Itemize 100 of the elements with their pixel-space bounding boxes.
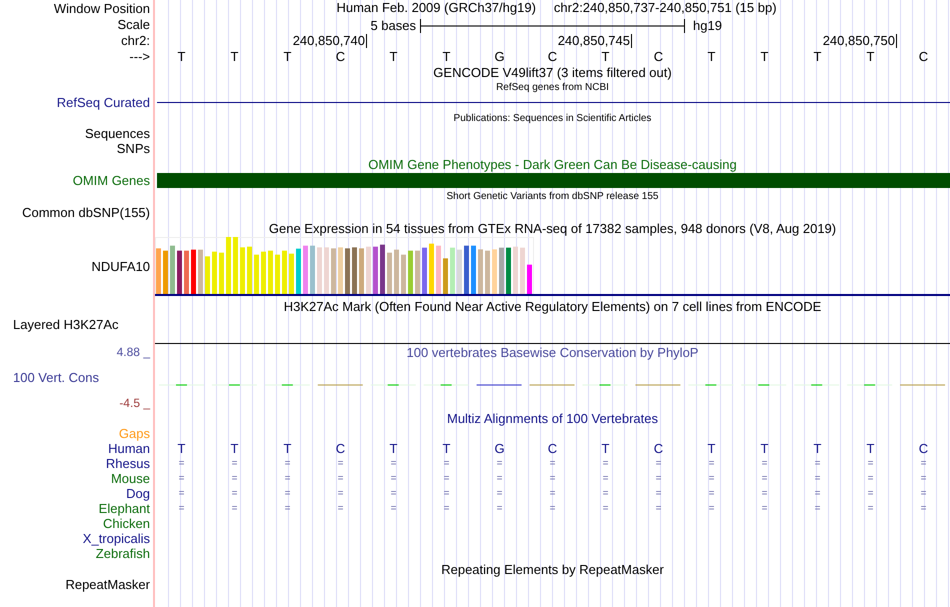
assembly-label: hg19	[692, 17, 722, 35]
base-letter: T	[866, 441, 874, 456]
match-mark: =	[708, 502, 714, 514]
match-mark: =	[232, 502, 238, 514]
match-mark: =	[178, 502, 184, 514]
match-mark: =	[338, 502, 344, 514]
match-mark: =	[708, 472, 714, 484]
match-mark: =	[762, 472, 768, 484]
match-mark: =	[920, 502, 926, 514]
match-mark: =	[602, 472, 608, 484]
track-label[interactable]: Layered H3K27Ac	[13, 316, 119, 332]
match-mark: =	[496, 488, 502, 500]
match-mark: =	[708, 458, 714, 470]
track-label[interactable]: Window Position	[54, 0, 150, 16]
species-label[interactable]: X_tropicalis	[82, 531, 150, 546]
base-letter: C	[918, 48, 928, 64]
match-mark: =	[762, 502, 768, 514]
track-title: Multiz Alignments of 100 Vertebrates	[446, 411, 658, 426]
base-letter: C	[548, 48, 558, 64]
track-label[interactable]: Scale	[117, 16, 150, 32]
base-letter: C	[336, 441, 346, 456]
match-mark: =	[708, 488, 714, 500]
match-mark: =	[284, 458, 290, 470]
track-title: H3K27Ac Mark (Often Found Near Active Regulatory Elements) on 7 cell lines from ENCODE	[284, 298, 822, 314]
base-letter: T	[708, 48, 716, 64]
species-label[interactable]: Elephant	[98, 501, 150, 516]
match-mark: =	[656, 458, 662, 470]
base-letter: G	[494, 48, 505, 64]
species-label[interactable]: Mouse	[110, 471, 150, 486]
track-label[interactable]: --->	[129, 48, 150, 64]
species-label[interactable]: Zebrafish	[96, 546, 150, 561]
match-mark: =	[444, 488, 450, 500]
track-label[interactable]: Sequences	[84, 126, 150, 141]
track-title: Publications: Sequences in Scientific Articles	[454, 112, 652, 126]
base-letter: C	[918, 441, 928, 456]
track-title: OMIM Gene Phenotypes - Dark Green Can Be Disease-causing	[368, 157, 737, 172]
track-title: Short Genetic Variants from dbSNP release 155	[446, 190, 658, 204]
match-mark: =	[390, 488, 396, 500]
track-label[interactable]: RefSeq Curated	[56, 94, 150, 110]
track-label[interactable]: RepeatMasker	[65, 577, 150, 592]
match-mark: =	[390, 458, 396, 470]
match-mark: =	[390, 472, 396, 484]
match-mark: =	[814, 502, 820, 514]
match-mark: =	[496, 458, 502, 470]
base-letter: T	[602, 441, 610, 456]
base-letter: T	[708, 441, 716, 456]
match-mark: =	[550, 502, 556, 514]
track-title: RefSeq genes from NCBI	[496, 80, 609, 94]
match-mark: =	[814, 458, 820, 470]
coordinate-tick: 240,850,745	[558, 34, 632, 48]
match-mark: =	[284, 472, 290, 484]
axis-max-label: 4.88 _	[116, 344, 150, 360]
match-mark: =	[602, 502, 608, 514]
base-letter: T	[230, 48, 238, 64]
base-letter: C	[336, 48, 346, 64]
track-title: Gene Expression in 54 tissues from GTEx RNA-seq of 17382 samples, 948 donors (V8, Aug 2019)	[268, 221, 836, 236]
match-mark: =	[284, 502, 290, 514]
assembly-name: Human Feb. 2009 (GRCh37/hg19)	[336, 0, 536, 18]
base-letter: T	[178, 441, 186, 456]
track-label[interactable]: chr2:	[121, 32, 150, 48]
species-label[interactable]: Chicken	[103, 516, 150, 531]
track-label[interactable]: Common dbSNP(155)	[22, 204, 150, 220]
match-mark: =	[338, 458, 344, 470]
base-letter: C	[654, 441, 664, 456]
omim-gene-bar[interactable]	[157, 173, 950, 188]
match-mark: =	[550, 488, 556, 500]
match-mark: =	[868, 472, 874, 484]
match-mark: =	[284, 488, 290, 500]
match-mark: =	[390, 502, 396, 514]
match-mark: =	[656, 488, 662, 500]
species-label[interactable]: Dog	[126, 486, 150, 501]
match-mark: =	[920, 488, 926, 500]
match-mark: =	[656, 472, 662, 484]
match-mark: =	[814, 472, 820, 484]
base-letter: T	[390, 441, 398, 456]
match-mark: =	[550, 472, 556, 484]
match-mark: =	[444, 458, 450, 470]
track-label[interactable]: NDUFA10	[91, 259, 150, 274]
match-mark: =	[338, 488, 344, 500]
base-letter: G	[494, 441, 505, 456]
track-label[interactable]: 100 Vert. Cons	[0, 370, 99, 386]
base-letter: T	[284, 48, 292, 64]
match-mark: =	[444, 472, 450, 484]
base-letter: T	[442, 48, 450, 64]
species-label[interactable]: Rhesus	[106, 456, 150, 471]
species-label[interactable]: Human	[108, 441, 150, 456]
match-mark: =	[656, 502, 662, 514]
base-letter: T	[390, 48, 398, 64]
match-mark: =	[920, 472, 926, 484]
match-mark: =	[550, 458, 556, 470]
track-title: GENCODE V49lift37 (3 items filtered out)	[433, 64, 672, 80]
match-mark: =	[444, 502, 450, 514]
match-mark: =	[496, 472, 502, 484]
match-mark: =	[814, 488, 820, 500]
base-letter: T	[814, 441, 822, 456]
track-label[interactable]: OMIM Genes	[72, 173, 150, 188]
match-mark: =	[178, 488, 184, 500]
track-label[interactable]: SNPs	[116, 141, 150, 156]
base-letter: T	[284, 441, 292, 456]
base-letter: T	[760, 48, 768, 64]
